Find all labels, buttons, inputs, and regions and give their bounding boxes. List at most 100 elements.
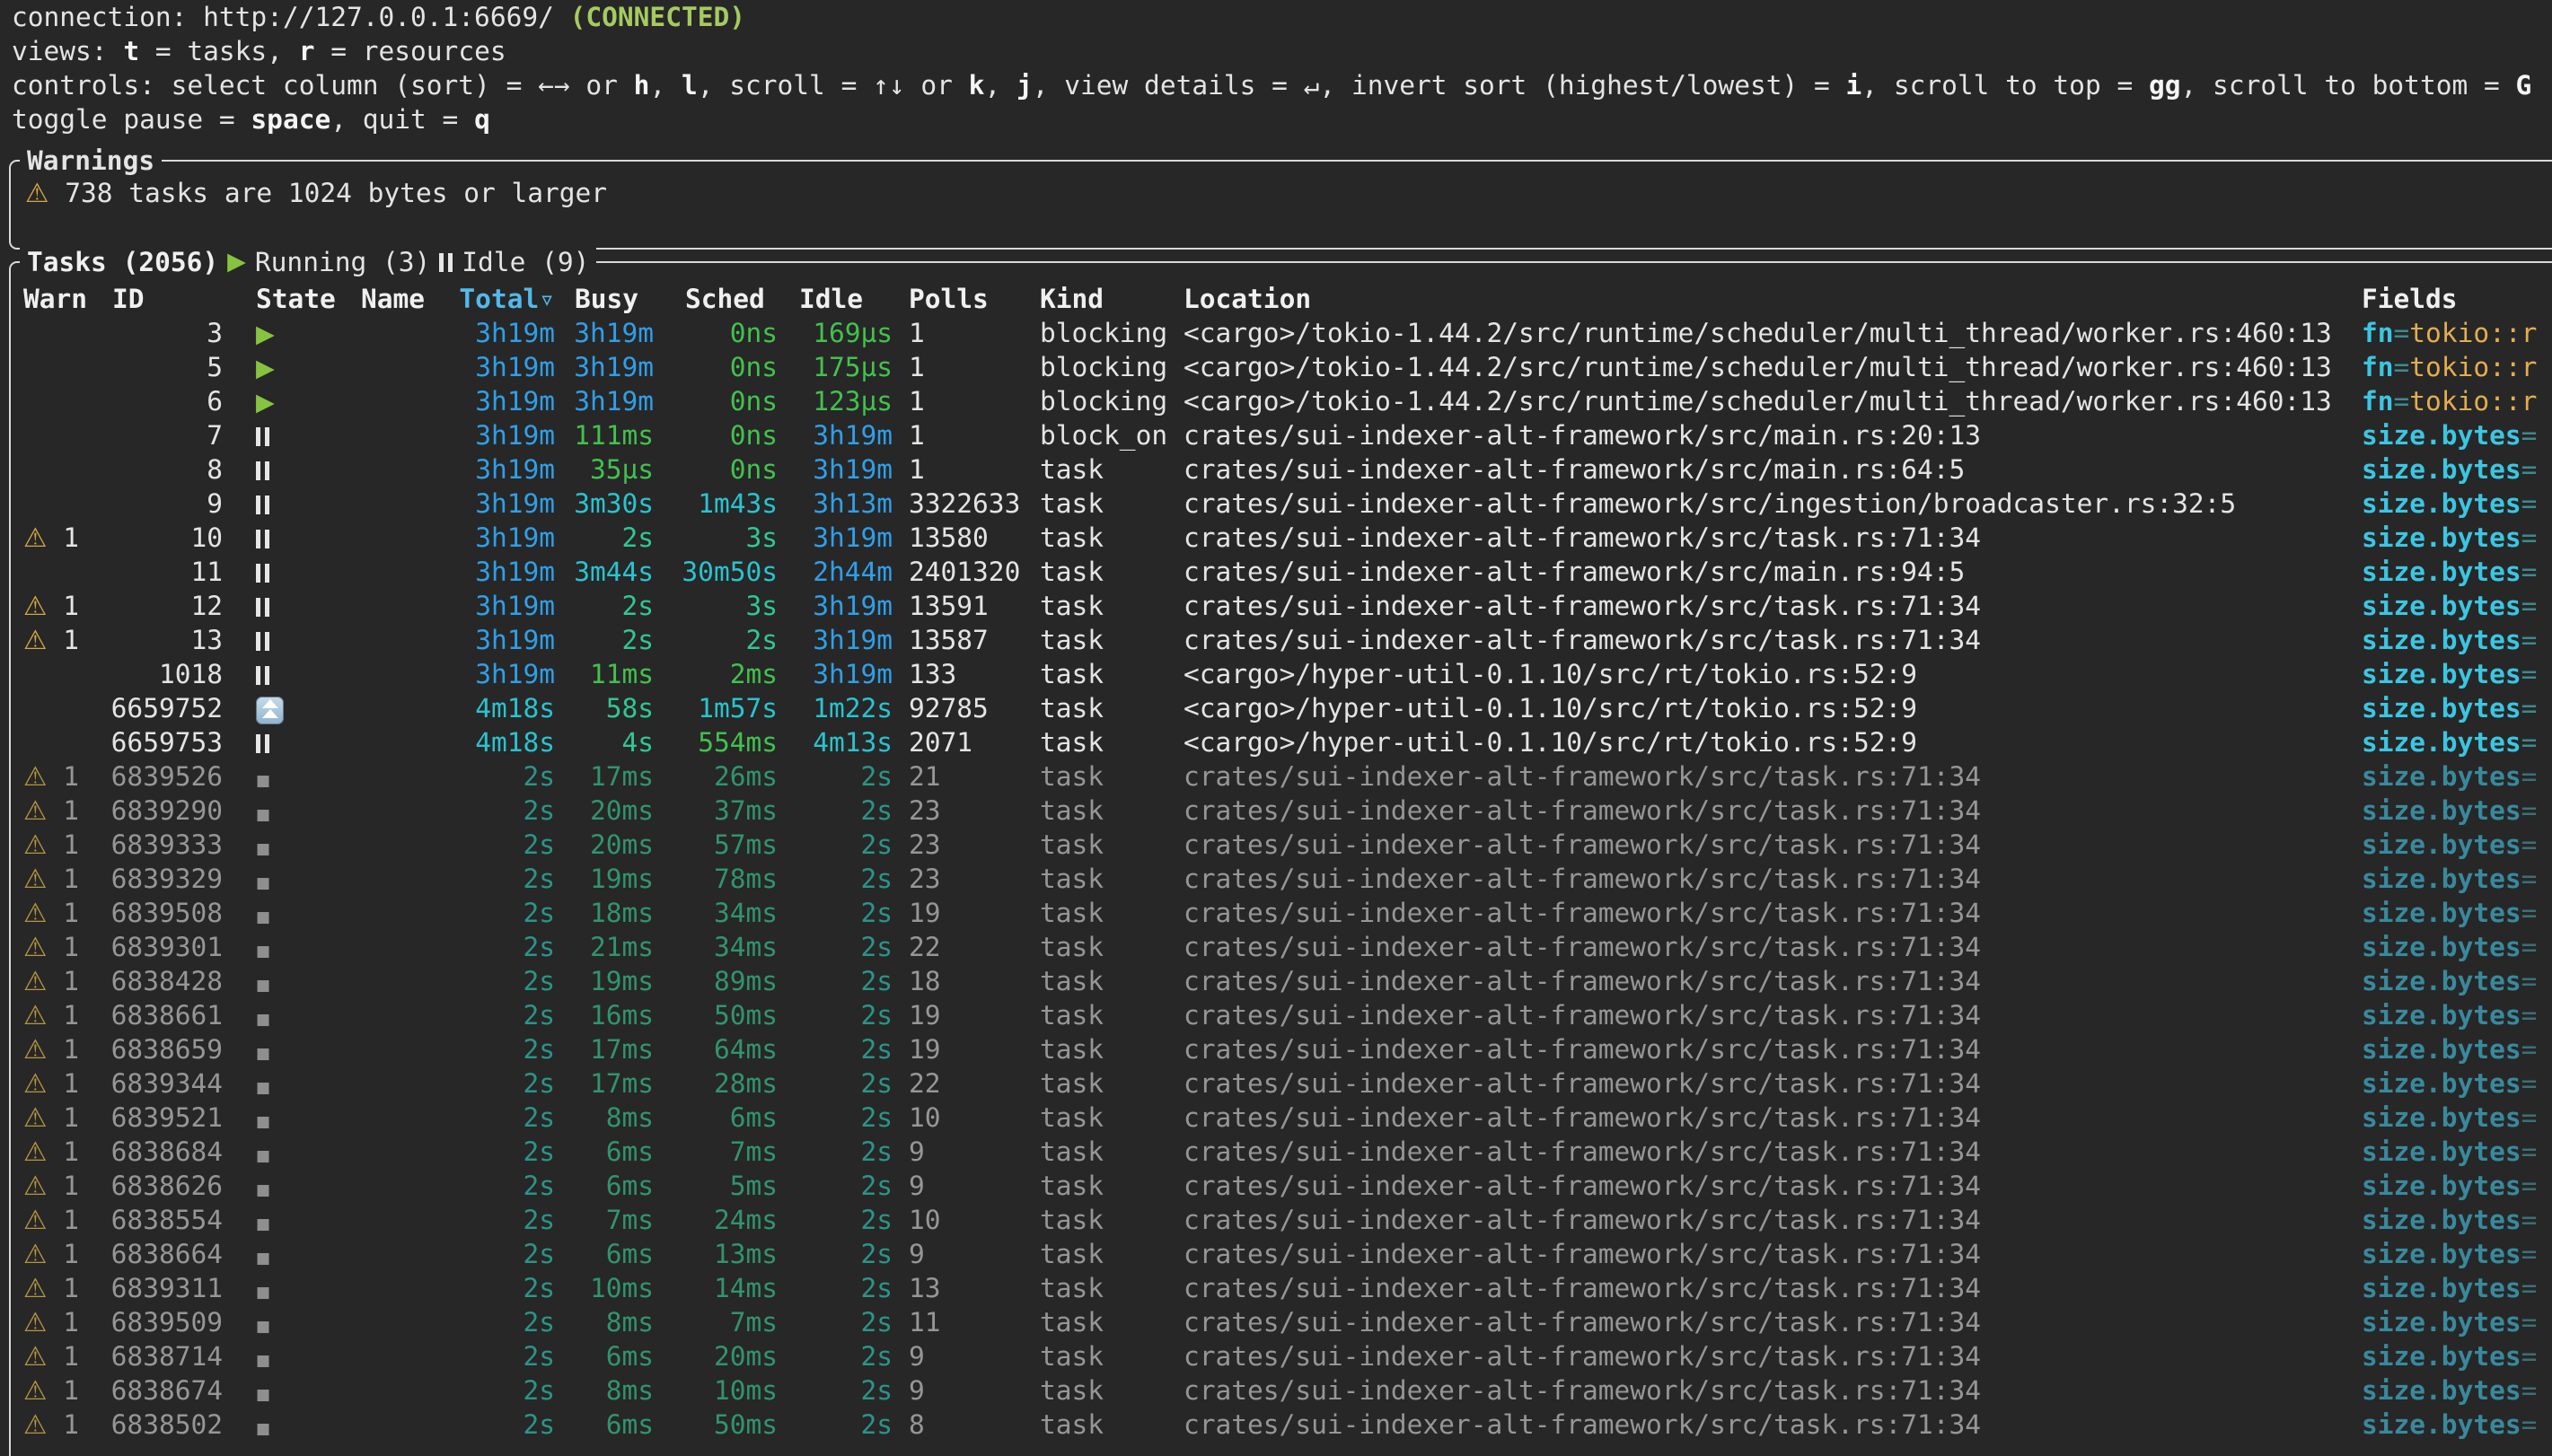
task-row[interactable]: ⚠ 16838661■2s16ms50ms2s19taskcrates/sui-… xyxy=(11,998,2552,1032)
cell-id: 6839508 xyxy=(79,896,223,930)
column-header-id[interactable]: ID xyxy=(112,282,145,316)
cell-sched: 554ms xyxy=(650,725,778,759)
cell-state xyxy=(256,623,346,657)
task-row[interactable]: ⚠ 16839290■2s20ms37ms2s23taskcrates/sui-… xyxy=(11,794,2552,828)
task-row[interactable]: ⚠ 16839526■2s17ms26ms2s21taskcrates/sui-… xyxy=(11,759,2552,794)
cell-fields: size.bytes= xyxy=(2362,1203,2552,1237)
cell-idle: 2s xyxy=(765,930,893,964)
cell-state: ▶ xyxy=(256,350,346,384)
cell-sched: 14ms xyxy=(650,1271,778,1305)
cell-kind: task xyxy=(1040,725,1175,759)
task-row[interactable]: ⚠ 16839311■2s10ms14ms2s13taskcrates/sui-… xyxy=(11,1271,2552,1305)
cell-idle: 3h19m xyxy=(765,589,893,623)
cell-sched: 57ms xyxy=(650,828,778,862)
task-row[interactable]: ⚠ 16838674■2s8ms10ms2s9taskcrates/sui-in… xyxy=(11,1373,2552,1408)
warning-icon: ⚠ xyxy=(23,1102,47,1133)
cell-id: 6659752 xyxy=(79,691,223,725)
task-row[interactable]: ⚠ 16838684■2s6ms7ms2s9taskcrates/sui-ind… xyxy=(11,1135,2552,1169)
cell-busy: 3h19m xyxy=(537,384,654,418)
cell-id: 6838659 xyxy=(79,1032,223,1066)
pause-icon xyxy=(256,734,269,753)
cell-idle: 2s xyxy=(765,1101,893,1135)
cell-idle: 3h19m xyxy=(765,657,893,691)
cell-sched: 28ms xyxy=(650,1066,778,1101)
cell-id: 6659753 xyxy=(79,725,223,759)
cell-busy: 3m30s xyxy=(537,487,654,521)
column-header-warn[interactable]: Warn xyxy=(23,282,77,316)
field-equals: = xyxy=(2521,591,2538,621)
task-row[interactable]: 66597534m18s4s554ms4m13s2071task<cargo>/… xyxy=(11,725,2552,759)
cell-busy: 2s xyxy=(537,623,654,657)
field-name: fn xyxy=(2362,352,2394,382)
column-header-idle[interactable]: Idle xyxy=(799,282,863,316)
column-header-fields[interactable]: Fields xyxy=(2362,282,2552,316)
task-row[interactable]: ⚠ 16839509■2s8ms7ms2s11taskcrates/sui-in… xyxy=(11,1305,2552,1339)
column-header-location[interactable]: Location xyxy=(1184,282,2351,316)
cell-location: crates/sui-indexer-alt-framework/src/tas… xyxy=(1184,1339,2351,1373)
task-row[interactable]: 10183h19m11ms2ms3h19m133task<cargo>/hype… xyxy=(11,657,2552,691)
task-row[interactable]: ⚠ 16838554■2s7ms24ms2s10taskcrates/sui-i… xyxy=(11,1203,2552,1237)
running-icon: ▶ xyxy=(256,355,275,382)
task-row[interactable]: 66597524m18s58s1m57s1m22s92785task<cargo… xyxy=(11,691,2552,725)
cell-idle: 2s xyxy=(765,964,893,998)
cell-idle: 3h13m xyxy=(765,487,893,521)
task-row[interactable]: 73h19m111ms0ns3h19m1block_oncrates/sui-i… xyxy=(11,418,2552,452)
column-header-name[interactable]: Name xyxy=(361,282,433,316)
cell-busy: 4s xyxy=(537,725,654,759)
field-name: size.bytes xyxy=(2362,1068,2521,1099)
cell-busy: 17ms xyxy=(537,1066,654,1101)
warn-count: 1 xyxy=(47,1034,79,1065)
task-row[interactable]: 83h19m35µs0ns3h19m1taskcrates/sui-indexe… xyxy=(11,452,2552,487)
warning-icon: ⚠ xyxy=(23,932,47,962)
field-name: size.bytes xyxy=(2362,1136,2521,1167)
cell-idle: 2s xyxy=(765,1169,893,1203)
cell-id: 6839290 xyxy=(79,794,223,828)
task-row[interactable]: ⚠ 16839344■2s17ms28ms2s22taskcrates/sui-… xyxy=(11,1066,2552,1101)
cell-polls: 2071 xyxy=(909,725,1034,759)
column-header-sched[interactable]: Sched xyxy=(685,282,765,316)
cell-kind: task xyxy=(1040,828,1175,862)
cell-warn: ⚠ 1 xyxy=(23,589,77,623)
warn-count: 1 xyxy=(47,898,79,928)
pause-icon xyxy=(256,666,269,685)
task-row[interactable]: ⚠ 16838626■2s6ms5ms2s9taskcrates/sui-ind… xyxy=(11,1169,2552,1203)
cell-state xyxy=(256,487,346,521)
task-row[interactable]: ⚠ 16838664■2s6ms13ms2s9taskcrates/sui-in… xyxy=(11,1237,2552,1271)
column-header-busy[interactable]: Busy xyxy=(575,282,638,316)
task-row[interactable]: ⚠ 16839521■2s8ms6ms2s10taskcrates/sui-in… xyxy=(11,1101,2552,1135)
cell-polls: 13580 xyxy=(909,521,1034,555)
task-row[interactable]: 3▶3h19m3h19m0ns169µs1blocking<cargo>/tok… xyxy=(11,316,2552,350)
task-row[interactable]: ⚠ 16838502■2s6ms50ms2s8taskcrates/sui-in… xyxy=(11,1408,2552,1442)
cell-state xyxy=(256,521,346,555)
cell-location: crates/sui-indexer-alt-framework/src/tas… xyxy=(1184,589,2351,623)
field-equals: = xyxy=(2521,1136,2538,1167)
cell-kind: task xyxy=(1040,1408,1175,1442)
task-row[interactable]: 113h19m3m44s30m50s2h44m2401320taskcrates… xyxy=(11,555,2552,589)
column-header-kind[interactable]: Kind xyxy=(1040,282,1175,316)
task-row[interactable]: ⚠ 1133h19m2s2s3h19m13587taskcrates/sui-i… xyxy=(11,623,2552,657)
cell-polls: 1 xyxy=(909,350,1034,384)
cell-id: 6838684 xyxy=(79,1135,223,1169)
task-row[interactable]: 93h19m3m30s1m43s3h13m3322633taskcrates/s… xyxy=(11,487,2552,521)
task-row[interactable]: ⚠ 16838714■2s6ms20ms2s9taskcrates/sui-in… xyxy=(11,1339,2552,1373)
cell-kind: blocking xyxy=(1040,316,1175,350)
field-name: size.bytes xyxy=(2362,1307,2521,1338)
task-row[interactable]: ⚠ 16839329■2s19ms78ms2s23taskcrates/sui-… xyxy=(11,862,2552,896)
task-row[interactable]: ⚠ 1103h19m2s3s3h19m13580taskcrates/sui-i… xyxy=(11,521,2552,555)
task-row[interactable]: ⚠ 16838659■2s17ms64ms2s19taskcrates/sui-… xyxy=(11,1032,2552,1066)
cell-id: 1018 xyxy=(79,657,223,691)
text-segment: connection: http://127.0.0.1:6669/ xyxy=(12,2,570,32)
task-row[interactable]: ⚠ 16839301■2s21ms34ms2s22taskcrates/sui-… xyxy=(11,930,2552,964)
task-row[interactable]: ⚠ 16839333■2s20ms57ms2s23taskcrates/sui-… xyxy=(11,828,2552,862)
cell-location: crates/sui-indexer-alt-framework/src/tas… xyxy=(1184,759,2351,794)
task-row[interactable]: 5▶3h19m3h19m0ns175µs1blocking<cargo>/tok… xyxy=(11,350,2552,384)
column-header-polls[interactable]: Polls xyxy=(909,282,1034,316)
cell-kind: block_on xyxy=(1040,418,1175,452)
task-row[interactable]: ⚠ 16838428■2s19ms89ms2s18taskcrates/sui-… xyxy=(11,964,2552,998)
column-header-state[interactable]: State xyxy=(256,282,346,316)
task-row[interactable]: ⚠ 16839508■2s18ms34ms2s19taskcrates/sui-… xyxy=(11,896,2552,930)
task-row[interactable]: ⚠ 1123h19m2s3s3h19m13591taskcrates/sui-i… xyxy=(11,589,2552,623)
task-row[interactable]: 6▶3h19m3h19m0ns123µs1blocking<cargo>/tok… xyxy=(11,384,2552,418)
column-header-total[interactable]: Total▿ xyxy=(438,282,555,316)
cell-sched: 2ms xyxy=(650,657,778,691)
